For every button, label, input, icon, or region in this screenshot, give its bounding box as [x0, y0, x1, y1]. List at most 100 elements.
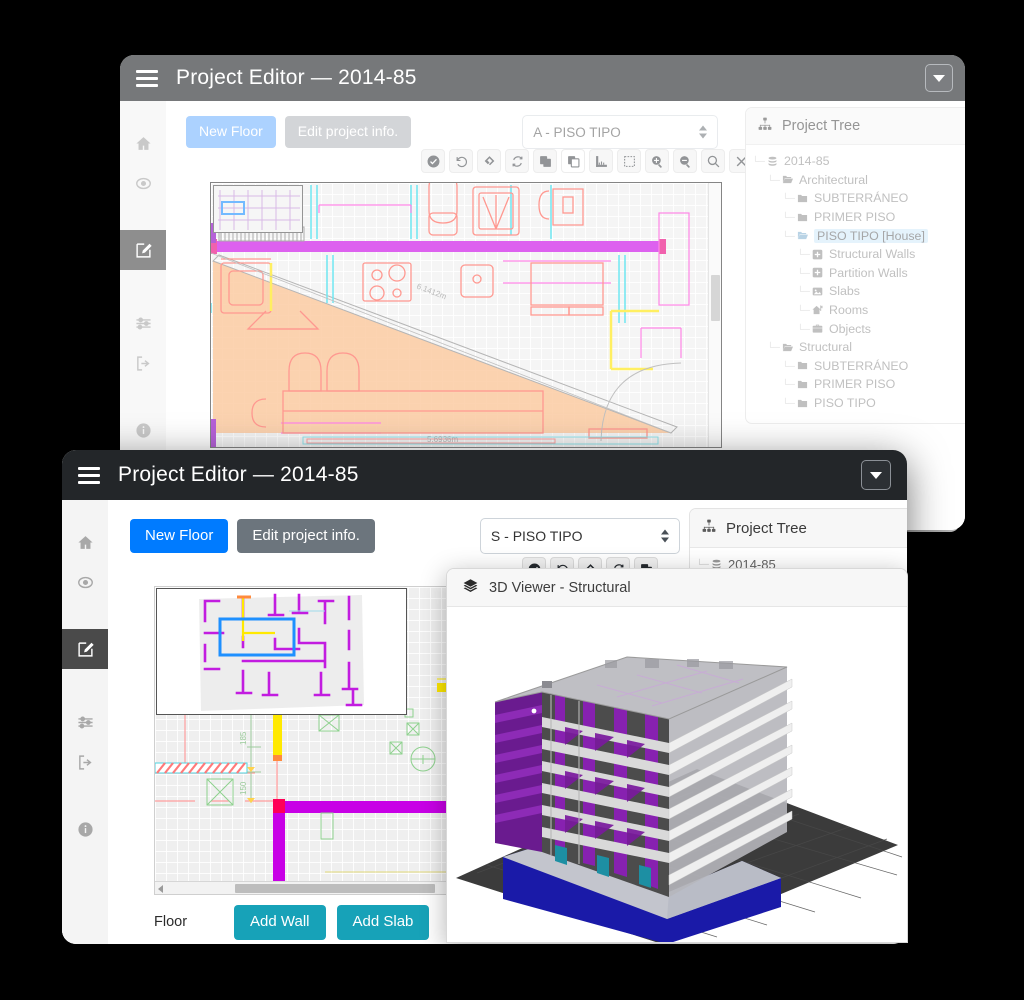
- horizontal-scroll-thumb[interactable]: [235, 884, 435, 893]
- edit-project-info-button[interactable]: Edit project info.: [284, 116, 412, 148]
- tree-node[interactable]: └─ Objects: [752, 319, 965, 338]
- hamburger-icon[interactable]: [136, 69, 158, 87]
- tree-connector-icon: └─: [782, 398, 795, 409]
- tree-connector-icon: └─: [797, 286, 810, 297]
- tree-connector-icon: └─: [767, 342, 780, 353]
- sidebar-item-edit[interactable]: [120, 230, 166, 270]
- tree-node[interactable]: └─ SUBTERRÁNEO: [752, 189, 965, 208]
- toolbar-measure-button[interactable]: [589, 149, 613, 173]
- tree-node-label: SUBTERRÁNEO: [814, 358, 909, 373]
- sidebar-item-settings[interactable]: [120, 303, 166, 343]
- toolbar-copy-button[interactable]: [533, 149, 557, 173]
- scroll-left-arrow-icon[interactable]: [158, 885, 163, 893]
- minimap-drawing: [214, 186, 302, 232]
- toolbar-paste-button[interactable]: [561, 149, 585, 173]
- folder-icon: [795, 193, 810, 204]
- search-icon: [707, 155, 720, 168]
- vertical-scroll-thumb[interactable]: [711, 275, 720, 321]
- home-flag-icon: [810, 305, 825, 316]
- tree-node[interactable]: └─ SUBTERRÁNEO: [752, 357, 965, 376]
- window-menu-button[interactable]: [925, 64, 953, 92]
- edit-project-info-button[interactable]: Edit project info.: [237, 518, 375, 554]
- window-menu-button[interactable]: [861, 460, 891, 490]
- toolbar-zoom-fit-button[interactable]: [701, 149, 725, 173]
- tree-connector-icon: └─: [797, 323, 810, 334]
- minimap-drawing: [157, 589, 406, 714]
- sitemap-icon: [758, 117, 772, 135]
- sidebar-item-home[interactable]: [120, 123, 166, 163]
- eye-icon: [77, 574, 94, 591]
- info-circle-icon: [77, 821, 94, 838]
- caret-down-icon: [870, 471, 882, 479]
- project-tree-header: Project Tree: [690, 509, 907, 548]
- sidebar-item-home[interactable]: [62, 522, 108, 562]
- 3d-viewer-panel[interactable]: 3D Viewer - Structural: [446, 568, 908, 943]
- tree-node-label: PISO TIPO: [814, 396, 876, 411]
- tree-connector-icon: └─: [782, 230, 795, 241]
- 3d-viewer-canvas[interactable]: [447, 607, 907, 942]
- sidebar-item-settings[interactable]: [62, 702, 108, 742]
- floor-label: Floor: [154, 914, 188, 931]
- tree-connector-icon: └─: [782, 193, 795, 204]
- toolbar-undo-button[interactable]: [449, 149, 473, 173]
- folder-icon: [795, 379, 810, 390]
- select-arrows-icon: [660, 529, 669, 543]
- refresh-icon: [511, 155, 524, 168]
- tree-node[interactable]: └─ Structural Walls: [752, 245, 965, 264]
- sidebar-item-info[interactable]: [62, 809, 108, 849]
- tree-node[interactable]: └─ Architectural: [752, 171, 965, 190]
- floor-select-value: S - PISO TIPO: [490, 528, 583, 544]
- tree-node[interactable]: └─ Partition Walls: [752, 264, 965, 283]
- sidebar-item-edit[interactable]: [62, 629, 108, 669]
- tree-connector-icon: └─: [782, 360, 795, 371]
- tree-node[interactable]: └─ PRIMER PISO: [752, 208, 965, 227]
- tree-node[interactable]: └─ PISO TIPO: [752, 394, 965, 413]
- toolbar-select-area-button[interactable]: [617, 149, 641, 173]
- tree-node[interactable]: └─ Rooms: [752, 301, 965, 320]
- 3d-viewer-title: 3D Viewer - Structural: [489, 579, 631, 596]
- marquee-icon: [623, 155, 636, 168]
- new-floor-button[interactable]: New Floor: [186, 116, 276, 148]
- tree-node-label: Structural Walls: [829, 247, 916, 262]
- tree-node-label: SUBTERRÁNEO: [814, 191, 909, 206]
- floor-select[interactable]: S - PISO TIPO: [479, 518, 680, 554]
- sidebar-item-logout[interactable]: [120, 343, 166, 383]
- front-sidebar-rail: [62, 500, 108, 944]
- add-wall-button[interactable]: Add Wall: [234, 905, 326, 940]
- toolbar-confirm-button[interactable]: [421, 149, 445, 173]
- home-icon: [77, 534, 94, 551]
- floor-select[interactable]: A - PISO TIPO: [522, 115, 719, 149]
- svg-text:150: 150: [239, 781, 248, 795]
- toolbar-zoom-in-button[interactable]: [645, 149, 669, 173]
- hamburger-icon[interactable]: [78, 466, 100, 484]
- sidebar-item-view[interactable]: [120, 163, 166, 203]
- tree-node-label: Rooms: [829, 303, 869, 318]
- toolbar-erase-button[interactable]: [477, 149, 501, 173]
- sidebar-item-view[interactable]: [62, 562, 108, 602]
- tree-node[interactable]: └─ 2014-85: [752, 152, 965, 171]
- floor-action-bar: Floor Add Wall Add Slab: [154, 905, 430, 940]
- tree-node-label: PISO TIPO [House]: [814, 228, 928, 243]
- project-tree-title: Project Tree: [726, 519, 807, 537]
- sliders-icon: [77, 714, 94, 731]
- tree-node-label: Partition Walls: [829, 265, 908, 280]
- sidebar-item-logout[interactable]: [62, 742, 108, 782]
- tree-node-label: Structural: [799, 340, 853, 355]
- project-tree-title: Project Tree: [782, 118, 861, 134]
- toolbar-zoom-out-button[interactable]: [673, 149, 697, 173]
- new-floor-button[interactable]: New Floor: [130, 518, 229, 554]
- tree-node[interactable]: └─ Structural: [752, 338, 965, 357]
- page-title: Project Editor — 2014-85: [118, 463, 359, 486]
- tree-connector-icon: └─: [797, 249, 810, 260]
- sidebar-item-info[interactable]: [120, 410, 166, 450]
- plan-vertical-scrollbar[interactable]: [708, 183, 721, 447]
- plan-minimap[interactable]: [213, 185, 303, 233]
- tree-node[interactable]: └─ PISO TIPO [House]: [752, 226, 965, 245]
- tree-node[interactable]: └─ PRIMER PISO: [752, 375, 965, 394]
- plan-minimap[interactable]: [156, 588, 407, 715]
- 3d-viewer-header: 3D Viewer - Structural: [447, 569, 907, 607]
- floor-plan-canvas[interactable]: 6.1412m 5.6936m: [210, 182, 722, 448]
- toolbar-refresh-button[interactable]: [505, 149, 529, 173]
- add-slab-button[interactable]: Add Slab: [336, 905, 430, 940]
- tree-node[interactable]: └─ Slabs: [752, 282, 965, 301]
